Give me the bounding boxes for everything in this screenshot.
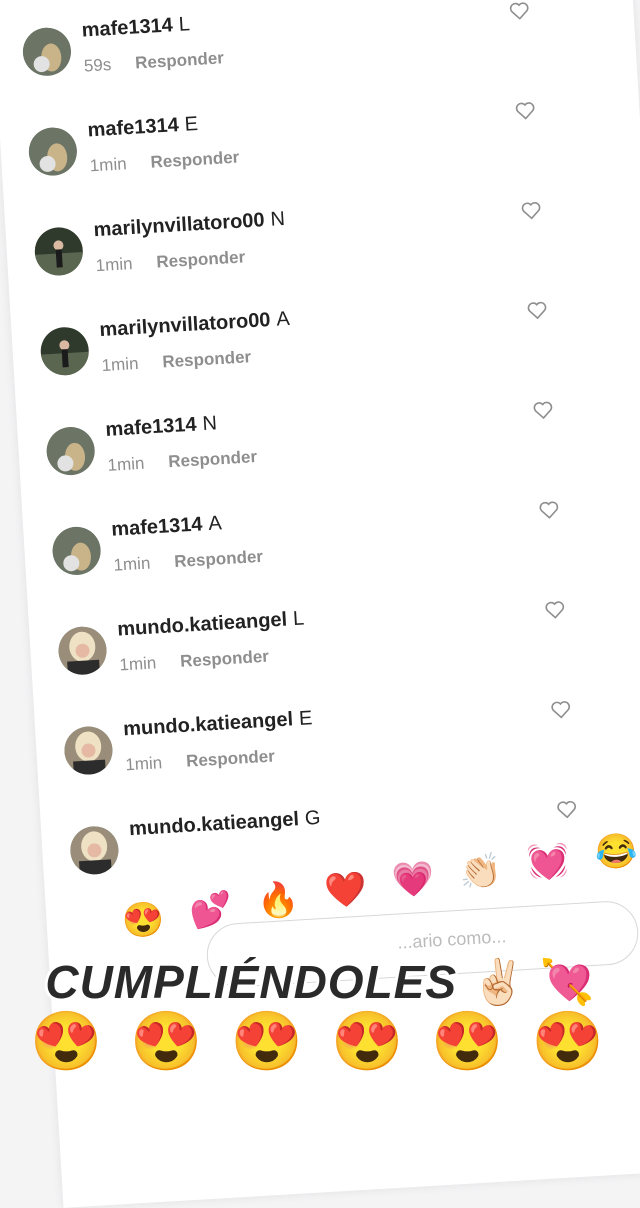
heart-outline-icon[interactable] — [521, 201, 542, 220]
comment-time: 1min — [101, 353, 140, 376]
comment-text: L — [178, 13, 191, 36]
avatar[interactable] — [21, 26, 73, 78]
heart-eyes-icon: 😍 — [30, 1009, 109, 1074]
comment-username[interactable]: mundo.katieangel — [117, 609, 288, 641]
avatar[interactable] — [27, 126, 79, 177]
caption-text: CUMPLIÉNDOLES — [45, 956, 458, 1008]
comment-text: A — [275, 307, 291, 331]
story-caption: CUMPLIÉNDOLES ✌🏻 💘 — [0, 955, 640, 1009]
comment-username[interactable]: mafe1314 — [81, 14, 173, 41]
avatar[interactable] — [57, 625, 108, 677]
heart-eyes-icon: 😍 — [431, 1009, 510, 1074]
victory-hand-icon: ✌🏻 — [471, 958, 526, 1007]
reply-button[interactable]: Responder — [168, 447, 258, 471]
heart-outline-icon[interactable] — [544, 600, 565, 619]
reply-button[interactable]: Responder — [180, 647, 270, 671]
emoji-option[interactable]: 😍 — [121, 900, 166, 940]
comment-time: 1min — [95, 254, 134, 276]
comment-time: 1min — [118, 653, 157, 675]
comment-username[interactable]: mundo.katieangel — [123, 708, 294, 740]
heart-eyes-row: 😍 😍 😍 😍 😍 😍 — [0, 1008, 640, 1076]
emoji-option[interactable]: 👏🏻 — [459, 852, 504, 892]
emoji-option[interactable]: 💕 — [188, 890, 233, 930]
avatar[interactable] — [63, 725, 114, 776]
comment-input-placeholder: ...ario como... — [396, 926, 507, 953]
comment-text: N — [269, 207, 286, 231]
emoji-option[interactable]: 💗 — [391, 860, 436, 900]
comment-text: A — [207, 512, 223, 536]
avatar[interactable] — [33, 226, 85, 277]
comment-username[interactable]: marilynvillatoro00 — [99, 309, 271, 341]
avatar[interactable] — [39, 325, 91, 377]
emoji-option[interactable]: 😂 — [594, 832, 639, 872]
comment-text: E — [298, 707, 313, 730]
comment-text: E — [184, 112, 199, 136]
heart-outline-icon[interactable] — [509, 1, 530, 20]
comment-username[interactable]: mafe1314 — [87, 114, 179, 141]
heart-outline-icon[interactable] — [533, 400, 554, 420]
comment-username[interactable]: mafe1314 — [111, 513, 203, 540]
reply-button[interactable]: Responder — [156, 247, 246, 271]
comment-time: 1min — [124, 753, 163, 775]
comment-text: L — [292, 607, 305, 631]
heart-eyes-icon: 😍 — [130, 1009, 209, 1074]
avatar[interactable] — [51, 525, 102, 577]
heart-arrow-icon: 💘 — [539, 958, 595, 1007]
comment-username[interactable]: mafe1314 — [105, 414, 197, 441]
reply-button[interactable]: Responder — [186, 747, 276, 771]
heart-outline-icon[interactable] — [527, 301, 548, 320]
emoji-option[interactable]: 💓 — [526, 842, 571, 882]
reply-button[interactable]: Responder — [135, 48, 225, 72]
avatar[interactable] — [45, 425, 97, 477]
reply-button[interactable]: Responder — [150, 148, 240, 172]
reply-button[interactable]: Responder — [174, 547, 264, 571]
reply-button[interactable]: Responder — [162, 347, 252, 371]
comment-time: 1min — [89, 154, 128, 176]
heart-eyes-icon: 😍 — [230, 1009, 309, 1074]
comment-text: N — [201, 412, 218, 436]
heart-outline-icon[interactable] — [550, 700, 571, 719]
heart-outline-icon[interactable] — [515, 101, 536, 120]
heart-eyes-icon: 😍 — [531, 1009, 610, 1074]
emoji-option[interactable]: ❤️ — [323, 870, 368, 910]
comment-time: 59s — [83, 54, 112, 76]
emoji-option[interactable]: 🔥 — [256, 880, 301, 920]
comment-time: 1min — [107, 453, 145, 475]
heart-eyes-icon: 😍 — [331, 1009, 410, 1074]
comment-username[interactable]: marilynvillatoro00 — [93, 209, 265, 241]
heart-outline-icon[interactable] — [538, 500, 559, 519]
comment-time: 1min — [112, 553, 151, 575]
